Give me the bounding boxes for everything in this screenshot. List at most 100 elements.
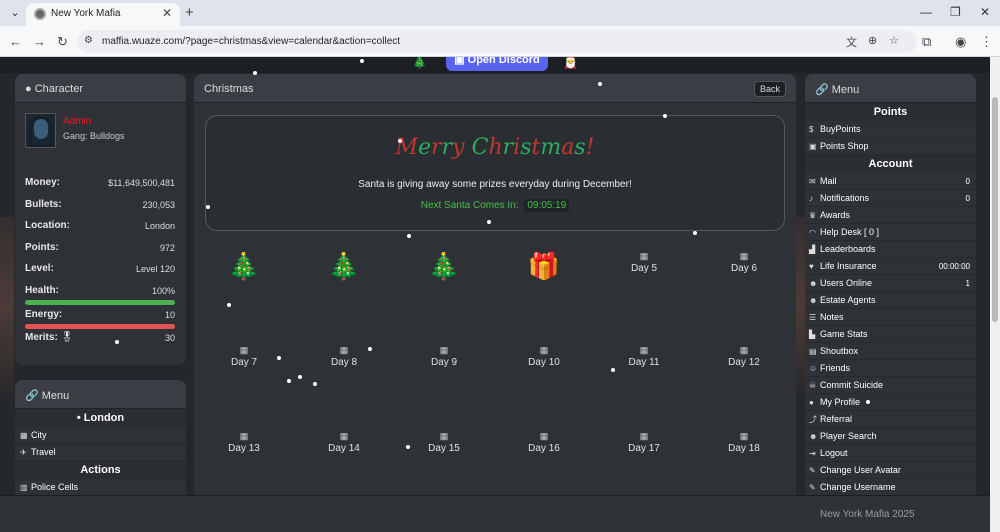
back-button[interactable]: Back xyxy=(753,81,786,97)
snowflake xyxy=(227,303,231,307)
menu-item-friends[interactable]: ☺ Friends xyxy=(805,360,976,377)
restore-icon[interactable]: ❐ xyxy=(950,5,961,19)
advent-day-cell[interactable]: ▦ Day 6 xyxy=(714,249,774,289)
menu-item-commit-suicide[interactable]: ☠ Commit Suicide xyxy=(805,377,976,394)
reload-icon[interactable]: ↻ xyxy=(57,34,68,50)
site-settings-icon[interactable]: ⚙ xyxy=(84,35,93,46)
stat-label: Merits: 🎖 xyxy=(25,332,74,343)
menu-item-change-user-avatar[interactable]: ✎ Change User Avatar xyxy=(805,462,976,479)
menu-item-label: Friends xyxy=(820,363,851,373)
left-menu-title: Menu xyxy=(41,390,70,402)
browser-menu-icon[interactable]: ⋮ xyxy=(980,34,993,50)
tab-close-icon[interactable]: ✕ xyxy=(162,6,172,20)
stat-value: $11,649,500,481 xyxy=(108,178,175,188)
bag-icon: ▣ xyxy=(809,142,817,151)
menu-item-player-search[interactable]: ☻ Player Search xyxy=(805,428,976,445)
advent-day-cell[interactable]: ▦ Day 12 xyxy=(714,343,774,383)
menu-item-users-online[interactable]: ☻ Users Online 1 xyxy=(805,275,976,292)
advent-day-cell[interactable]: ▦ Day 11 xyxy=(614,343,674,383)
medal-icon: 🎖 xyxy=(60,332,74,343)
right-menu-header: 🔗 Menu xyxy=(805,74,976,103)
menu-item-notifications[interactable]: ♪ Notifications 0 xyxy=(805,190,976,207)
menu-item-logout[interactable]: ⇥ Logout xyxy=(805,445,976,462)
scrollbar-thumb[interactable] xyxy=(992,97,998,322)
stat-label: Health: xyxy=(25,285,59,296)
window-close-icon[interactable]: ✕ xyxy=(980,5,990,19)
calendar-icon: ▦ xyxy=(539,345,549,355)
snowflake xyxy=(693,231,697,235)
advent-day-cell[interactable]: 🎁 xyxy=(514,249,574,289)
advent-day-cell[interactable]: ▦ Day 9 xyxy=(414,343,474,383)
menu-item-buypoints[interactable]: $ BuyPoints xyxy=(805,121,976,138)
advent-day-cell[interactable]: ▦ Day 10 xyxy=(514,343,574,383)
menu-item-leaderboards[interactable]: ▟ Leaderboards xyxy=(805,241,976,258)
advent-day-cell[interactable]: ▦ Day 15 xyxy=(414,429,474,469)
cells-icon: ▥ xyxy=(20,483,28,492)
menu-item-my-profile[interactable]: ● My Profile xyxy=(805,394,976,411)
back-arrow-icon[interactable]: ← xyxy=(9,34,22,49)
advent-day-cell[interactable]: ▦ Day 18 xyxy=(714,429,774,469)
url-text[interactable]: maffia.wuaze.com/?page=christmas&view=ca… xyxy=(102,36,400,47)
travel-icon: ✈ xyxy=(20,448,27,457)
menu-item-referral[interactable]: ⤴ Referral xyxy=(805,411,976,428)
browser-tab[interactable]: New York Mafia ✕ xyxy=(26,3,180,26)
stat-label: Location: xyxy=(25,220,70,231)
stat-label: Bullets: xyxy=(25,199,62,210)
snowflake xyxy=(313,382,317,386)
browser-nav-bar: ← → ↻ ⚙ maffia.wuaze.com/?page=christmas… xyxy=(0,26,1000,57)
menu-item-life-insurance[interactable]: ♥ Life Insurance 00:00:00 xyxy=(805,258,976,275)
forward-arrow-icon[interactable]: → xyxy=(33,34,46,49)
address-bar[interactable]: ⚙ maffia.wuaze.com/?page=christmas&view=… xyxy=(77,30,917,53)
stat-bullets: Bullets: 230,053 xyxy=(25,199,175,213)
menu-item-points-shop[interactable]: ▣ Points Shop xyxy=(805,138,976,155)
tab-search-icon[interactable]: ⌄ xyxy=(6,5,24,21)
menu-item-notes[interactable]: ☰ Notes xyxy=(805,309,976,326)
christmas-panel-header: Christmas Back xyxy=(194,74,796,103)
bookmark-star-icon[interactable]: ☆ xyxy=(889,34,899,47)
advent-day-cell[interactable]: ▦ Day 17 xyxy=(614,429,674,469)
menu-item-label: Leaderboards xyxy=(820,244,876,254)
stats-icon: ▙ xyxy=(809,330,816,339)
advent-day-cell[interactable]: 🎄 xyxy=(314,249,374,289)
menu-item-help-desk-0[interactable]: ◠ Help Desk [ 0 ] xyxy=(805,224,976,241)
menu-item-change-username[interactable]: ✎ Change Username xyxy=(805,479,976,496)
christmas-panel: Christmas Back Merry Christmas! Santa is… xyxy=(194,74,796,532)
avatar[interactable] xyxy=(25,113,56,148)
extensions-icon[interactable]: ⧉ xyxy=(922,34,931,50)
advent-day-cell[interactable]: ▦ Day 13 xyxy=(214,429,274,469)
advent-day-cell[interactable]: ▦ Day 16 xyxy=(514,429,574,469)
snowflake xyxy=(287,379,291,383)
menu-item-awards[interactable]: ♛ Awards xyxy=(805,207,976,224)
page-scrollbar[interactable] xyxy=(990,57,1000,532)
new-tab-icon[interactable]: + xyxy=(185,4,194,21)
menu-item-shoutbox[interactable]: ▤ Shoutbox xyxy=(805,343,976,360)
merry-christmas-heading: Merry Christmas! xyxy=(395,135,595,160)
menu-item-travel[interactable]: ✈ Travel xyxy=(15,444,186,461)
menu-item-police-cells[interactable]: ▥ Police Cells xyxy=(15,479,186,496)
stat-value: 230,053 xyxy=(142,200,175,210)
advent-day-cell[interactable]: 🎄 xyxy=(414,249,474,289)
menu-item-estate-agents[interactable]: ☻ Estate Agents xyxy=(805,292,976,309)
minimize-icon[interactable]: — xyxy=(920,5,932,19)
snowflake xyxy=(598,82,602,86)
menu-item-city[interactable]: ▦ City xyxy=(15,427,186,444)
zoom-icon[interactable]: ⊕ xyxy=(868,34,877,47)
advent-day-cell[interactable]: ▦ Day 5 xyxy=(614,249,674,289)
advent-day-cell[interactable]: ▦ Day 14 xyxy=(314,429,374,469)
calendar-icon: ▦ xyxy=(739,431,749,441)
advent-day-cell[interactable]: ▦ Day 7 xyxy=(214,343,274,383)
profile-icon[interactable]: ◉ xyxy=(955,34,966,50)
menu-item-mail[interactable]: ✉ Mail 0 xyxy=(805,173,976,190)
translate-icon[interactable]: 文 xyxy=(846,34,857,50)
christmas-tree-icon: 🎄 xyxy=(227,251,261,281)
calendar-icon: ▦ xyxy=(639,251,649,261)
character-name[interactable]: Admin xyxy=(63,116,91,127)
advent-day-cell[interactable]: ▦ Day 8 xyxy=(314,343,374,383)
advent-day-cell[interactable]: 🎄 xyxy=(214,249,274,289)
menu-item-game-stats[interactable]: ▙ Game Stats xyxy=(805,326,976,343)
right-menu-panel: 🔗 Menu Points $ BuyPoints ▣ Points Shop Acc… xyxy=(805,74,976,532)
open-discord-button[interactable]: ▣ Open Discord xyxy=(446,57,548,71)
christmas-tree-icon: 🎄 xyxy=(427,251,461,281)
mail-icon: ✉ xyxy=(809,177,816,186)
character-panel-title: Character xyxy=(34,83,84,95)
